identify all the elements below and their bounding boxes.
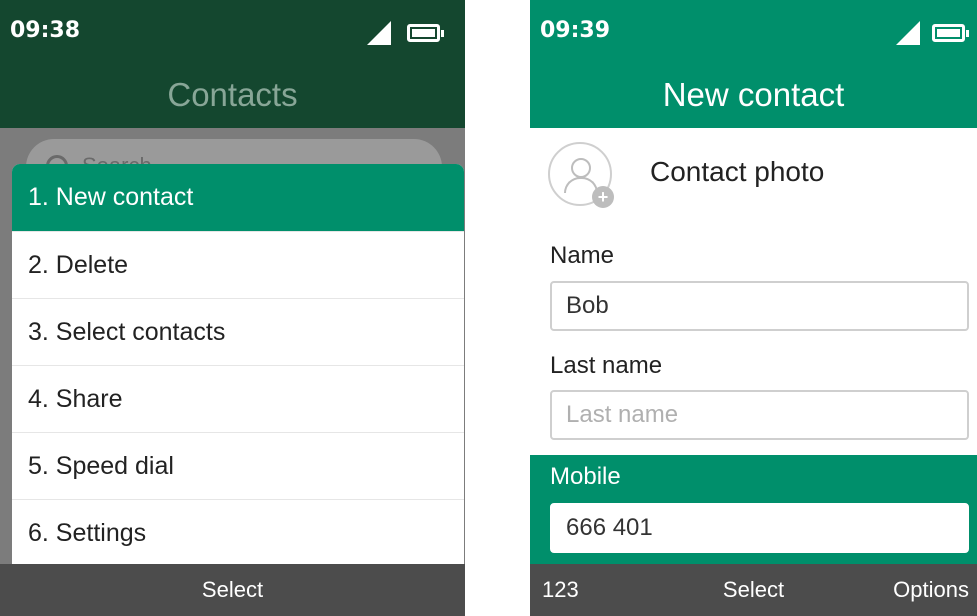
page-title: New contact — [530, 62, 977, 128]
menu-item-select-contacts[interactable]: 3. Select contacts — [12, 298, 464, 365]
avatar-icon[interactable]: + — [548, 142, 614, 208]
battery-icon — [932, 24, 969, 42]
menu-item-share[interactable]: 4. Share — [12, 365, 464, 432]
name-field[interactable] — [550, 281, 969, 331]
softkey-select[interactable]: Select — [0, 564, 465, 616]
last-name-label: Last name — [550, 352, 663, 379]
mobile-field[interactable] — [550, 503, 969, 553]
status-bar: 09:38 — [0, 0, 465, 62]
mobile-field-group: Mobile — [530, 455, 977, 565]
new-contact-screen: 09:39 New contact + Contact photo Name L… — [530, 0, 977, 616]
signal-icon — [896, 21, 920, 45]
mobile-label: Mobile — [550, 463, 621, 490]
contact-photo-row[interactable]: + Contact photo — [530, 128, 977, 228]
page-title: Contacts — [0, 62, 465, 128]
softkey-bar: 123 Select Options — [530, 564, 977, 616]
softkey-options[interactable]: Options — [893, 564, 969, 616]
menu-item-speed-dial[interactable]: 5. Speed dial — [12, 432, 464, 499]
battery-icon — [407, 24, 444, 42]
menu-item-new-contact[interactable]: 1. New contact — [12, 164, 464, 231]
menu-item-delete[interactable]: 2. Delete — [12, 231, 464, 298]
name-label: Name — [550, 242, 615, 269]
contacts-screen: 09:38 Contacts Search 1. New contact 2. … — [0, 0, 465, 616]
signal-icon — [367, 21, 391, 45]
status-bar: 09:39 — [530, 0, 977, 62]
add-photo-icon: + — [592, 186, 614, 208]
contact-photo-label: Contact photo — [650, 156, 825, 187]
softkey-bar: Select — [0, 564, 465, 616]
status-time: 09:39 — [540, 18, 611, 43]
last-name-field[interactable] — [550, 390, 969, 440]
status-time: 09:38 — [10, 18, 81, 43]
menu-item-settings[interactable]: 6. Settings — [12, 499, 464, 566]
options-menu: 1. New contact 2. Delete 3. Select conta… — [12, 164, 464, 566]
